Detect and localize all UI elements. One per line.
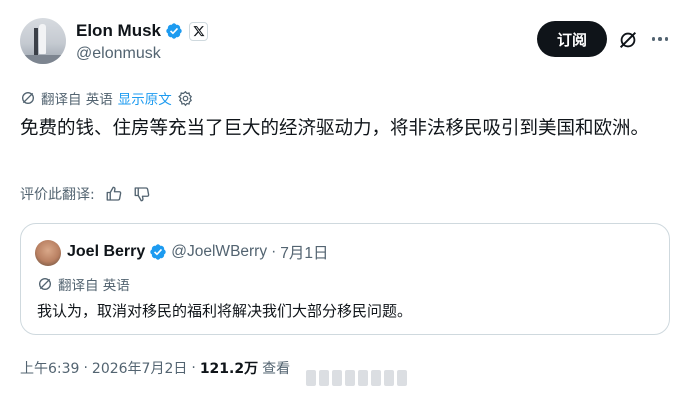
- quoted-translation-row: 翻译自 英语: [37, 274, 130, 294]
- verified-badge-icon: [150, 244, 166, 260]
- show-original-link[interactable]: 显示原文: [118, 88, 172, 108]
- translate-icon: [22, 92, 34, 104]
- translation-label: 翻译自 英语: [41, 92, 113, 108]
- rate-translation-row: 评价此翻译:: [20, 184, 151, 204]
- quoted-date[interactable]: 7月1日: [280, 241, 328, 263]
- quoted-translation-label: 翻译自 英语: [58, 278, 130, 294]
- quoted-author-row: Joel Berry @JoelWBerry · 7月1日: [67, 240, 329, 264]
- tweet-time[interactable]: 上午6:39: [20, 358, 79, 378]
- grok-icon[interactable]: [617, 29, 639, 51]
- tweet-date[interactable]: 2026年7月2日: [92, 358, 187, 378]
- quoted-tweet-card[interactable]: Joel Berry @JoelWBerry · 7月1日 翻译自 英语 我认为…: [20, 223, 670, 335]
- more-options-icon[interactable]: [648, 27, 672, 51]
- watermark-block: [371, 370, 381, 386]
- thumbs-down-icon[interactable]: [133, 185, 151, 203]
- quoted-author-handle[interactable]: @JoelWBerry: [171, 243, 267, 261]
- translate-icon: [39, 278, 51, 290]
- more-dot: [658, 37, 662, 41]
- x-logo-icon: [192, 26, 204, 37]
- separator-dot: ·: [83, 360, 88, 376]
- watermark-block: [345, 370, 355, 386]
- author-name-row: Elon Musk: [76, 20, 209, 42]
- quoted-author-avatar[interactable]: [35, 240, 61, 266]
- avatar-rocket-shape: [39, 24, 46, 54]
- more-dot: [651, 37, 656, 41]
- avatar-tower-shape: [34, 28, 38, 55]
- watermark-block: [319, 370, 329, 386]
- tweet-text: 免费的钱、住房等充当了巨大的经济驱动力，将非法移民吸引到美国和欧洲。: [20, 118, 650, 139]
- quoted-tweet-text: 我认为，取消对移民的福利将解决我们大部分移民问题。: [37, 302, 413, 320]
- author-avatar[interactable]: [20, 18, 66, 64]
- watermark-block: [384, 370, 394, 386]
- separator-dot: ·: [271, 243, 277, 260]
- views-count: 121.2万: [199, 361, 259, 377]
- x-affiliate-badge: [189, 21, 209, 41]
- verified-badge-icon: [166, 23, 182, 39]
- translation-row: 翻译自 英语 显示原文: [20, 88, 194, 108]
- watermark-block: [397, 370, 407, 386]
- more-dot: [664, 37, 669, 41]
- rate-translation-label: 评价此翻译:: [20, 187, 95, 203]
- tweet-meta-row: 上午6:39 · 2026年7月2日 · 121.2万 查看: [20, 358, 290, 378]
- watermark-block: [306, 370, 316, 386]
- watermark-overlay: [306, 370, 426, 388]
- quoted-author-name[interactable]: Joel Berry: [67, 243, 145, 261]
- subscribe-button[interactable]: 订阅: [537, 21, 607, 57]
- views-label: 查看: [262, 361, 291, 377]
- author-name[interactable]: Elon Musk: [76, 21, 161, 41]
- avatar-ground-shape: [20, 55, 66, 64]
- author-handle[interactable]: @elonmusk: [76, 45, 161, 63]
- thumbs-up-icon[interactable]: [105, 185, 123, 203]
- settings-gear-icon[interactable]: [177, 90, 194, 107]
- separator-dot: ·: [191, 360, 196, 376]
- watermark-block: [358, 370, 368, 386]
- watermark-block: [332, 370, 342, 386]
